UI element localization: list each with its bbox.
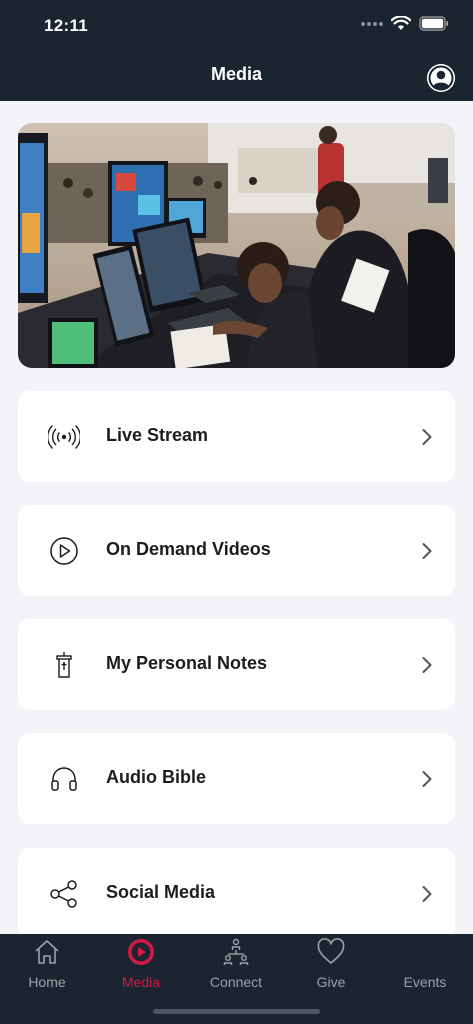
- status-time: 12:11: [44, 16, 89, 35]
- chevron-right-icon: [422, 429, 432, 445]
- menu-label-social-media: Social Media: [106, 882, 216, 902]
- play-circle-filled-icon: [128, 939, 154, 965]
- chevron-right-icon: [422, 543, 432, 559]
- bottom-tab-bar: Home Media Connect Give Events: [0, 934, 473, 1024]
- menu-label-my-personal-notes: My Personal Notes: [106, 653, 268, 673]
- tab-label-home: Home: [28, 974, 66, 990]
- home-indicator: [153, 1009, 320, 1014]
- tab-label-give: Give: [316, 974, 346, 990]
- heart-icon: [317, 938, 345, 964]
- chevron-right-icon: [422, 657, 432, 673]
- menu-item-live-stream[interactable]: Live Stream: [18, 391, 455, 482]
- tab-connect[interactable]: Connect: [189, 938, 283, 994]
- tab-media[interactable]: Media: [94, 938, 188, 994]
- broadcast-icon: [48, 424, 80, 450]
- tab-give[interactable]: Give: [284, 938, 378, 994]
- status-icons: [361, 16, 449, 31]
- tab-label-connect: Connect: [209, 974, 263, 990]
- page-title: Media: [210, 64, 262, 84]
- battery-icon: [419, 16, 449, 31]
- menu-label-live-stream: Live Stream: [106, 425, 209, 445]
- share-icon: [50, 880, 77, 908]
- people-connect-icon: [223, 938, 249, 965]
- menu-item-social-media[interactable]: Social Media: [18, 848, 455, 939]
- tab-home[interactable]: Home: [0, 938, 94, 994]
- wifi-icon: [391, 16, 411, 30]
- profile-button[interactable]: [427, 64, 455, 92]
- headphones-icon: [51, 767, 77, 791]
- cellular-signal-icon: [361, 21, 383, 26]
- menu-item-my-personal-notes[interactable]: My Personal Notes: [18, 619, 455, 710]
- pulpit-icon: [56, 652, 72, 678]
- chevron-right-icon: [422, 771, 432, 787]
- tab-label-events: Events: [403, 974, 447, 990]
- play-circle-icon: [50, 537, 78, 565]
- tab-events[interactable]: Events: [378, 938, 472, 994]
- events-icon-placeholder: [411, 938, 439, 966]
- menu-label-audio-bible: Audio Bible: [106, 767, 206, 787]
- hero-image: [18, 123, 455, 368]
- status-bar: 12:11: [0, 0, 473, 54]
- menu-item-on-demand-videos[interactable]: On Demand Videos: [18, 505, 455, 596]
- nav-bar: Media: [0, 54, 473, 101]
- home-icon: [35, 940, 59, 964]
- menu-label-on-demand-videos: On Demand Videos: [106, 539, 271, 559]
- tab-label-media: Media: [121, 974, 161, 990]
- chevron-right-icon: [422, 886, 432, 902]
- user-icon: [427, 64, 455, 92]
- menu-item-audio-bible[interactable]: Audio Bible: [18, 733, 455, 824]
